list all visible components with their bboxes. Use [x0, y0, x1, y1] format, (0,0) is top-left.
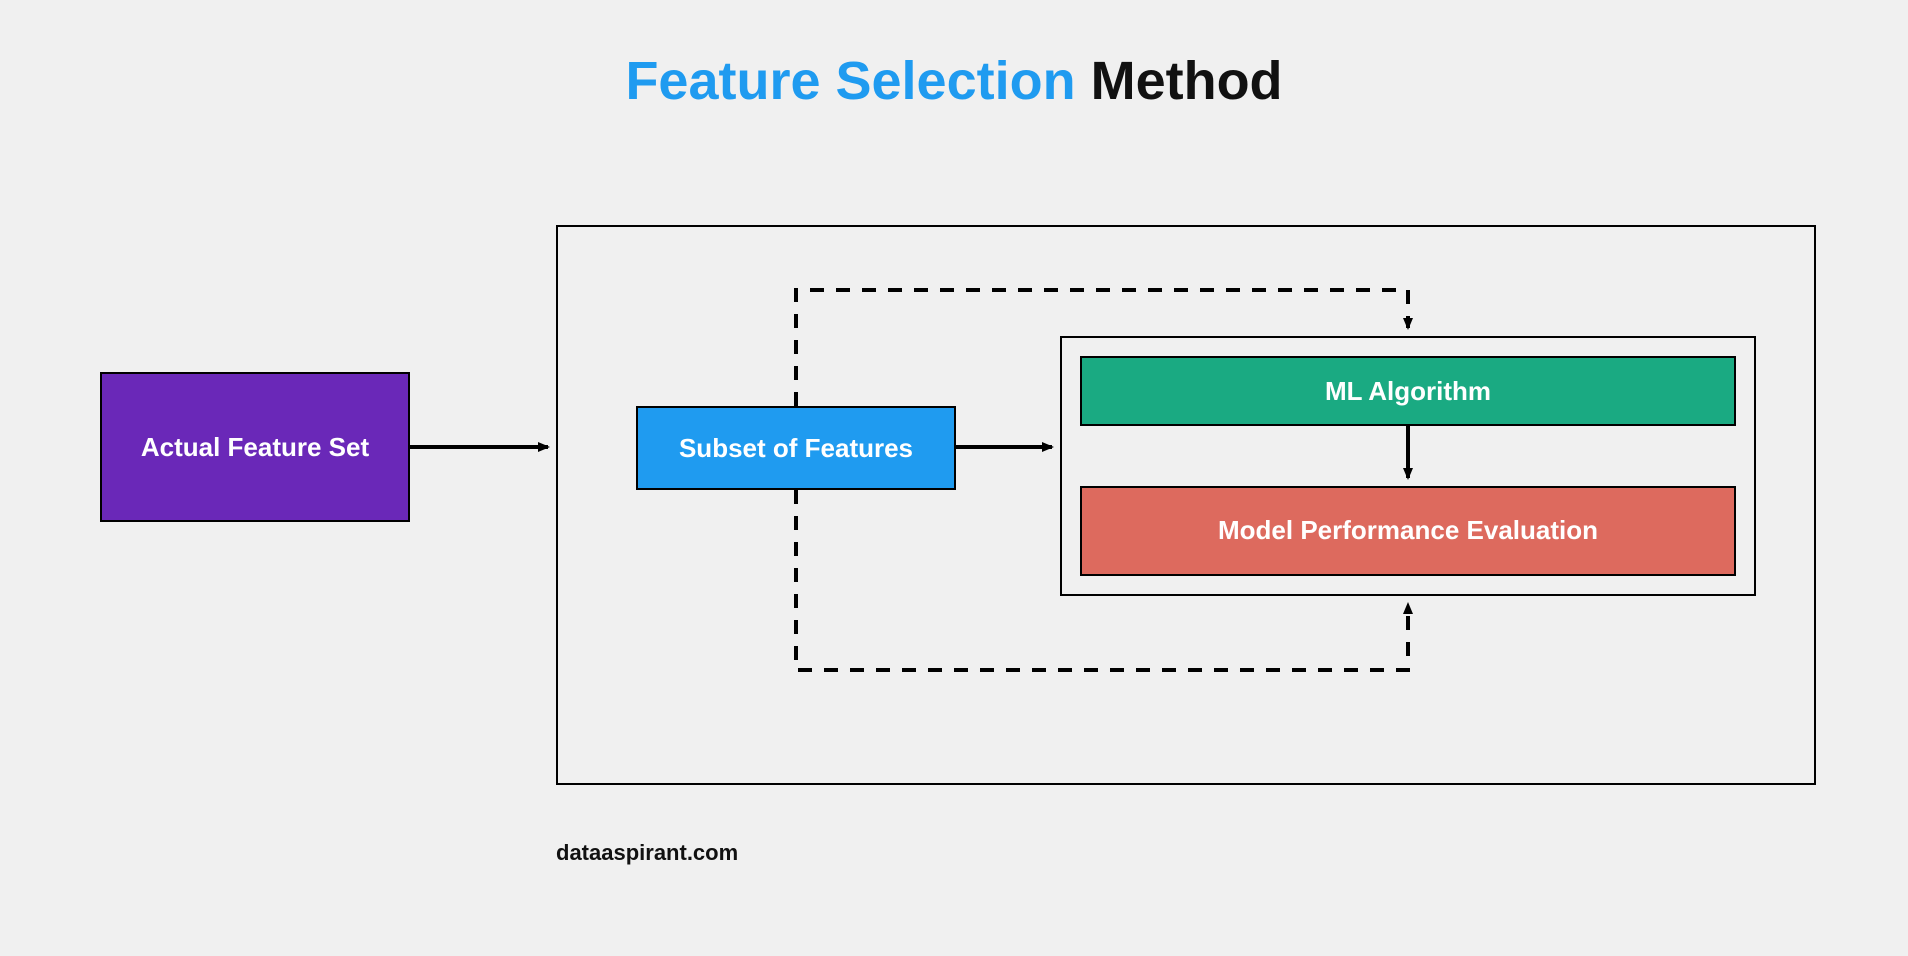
- node-label: Actual Feature Set: [141, 432, 369, 463]
- node-label: ML Algorithm: [1325, 376, 1491, 407]
- attribution-text: dataaspirant.com: [556, 840, 738, 866]
- title-rest: Method: [1076, 51, 1283, 111]
- node-subset-of-features: Subset of Features: [636, 406, 956, 490]
- title-highlight: Feature Selection: [625, 51, 1075, 111]
- node-actual-feature-set: Actual Feature Set: [100, 372, 410, 522]
- diagram-title: Feature Selection Method: [0, 50, 1908, 112]
- node-label: Model Performance Evaluation: [1218, 515, 1598, 546]
- node-label: Subset of Features: [679, 433, 913, 464]
- diagram-canvas: Feature Selection Method Actual Feature …: [0, 0, 1908, 956]
- node-model-perf-eval: Model Performance Evaluation: [1080, 486, 1736, 576]
- node-ml-algorithm: ML Algorithm: [1080, 356, 1736, 426]
